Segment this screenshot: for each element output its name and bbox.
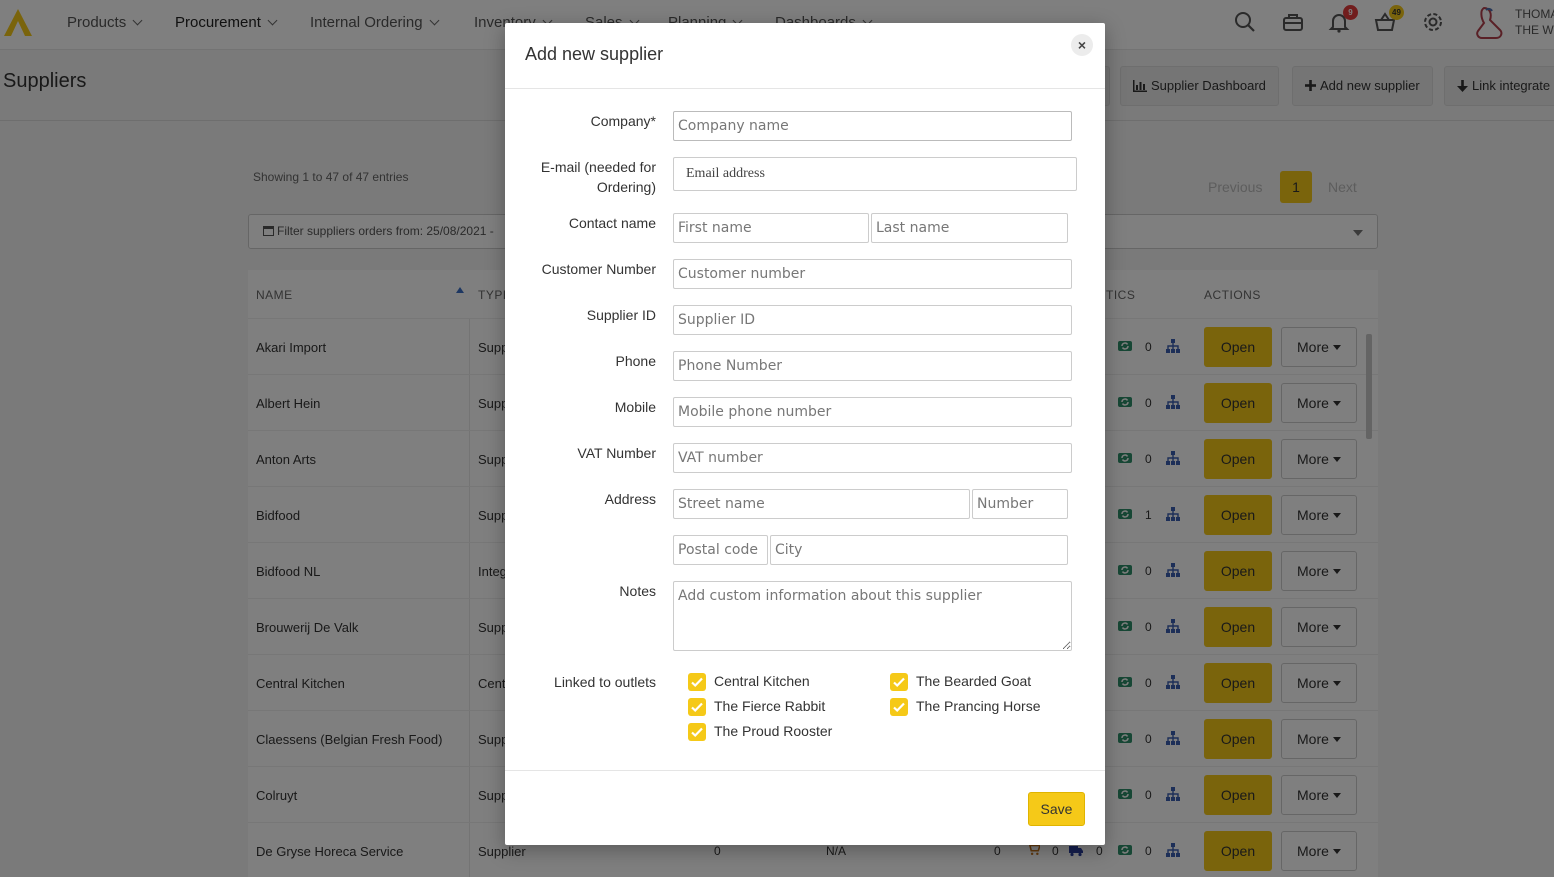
phone-input[interactable] bbox=[673, 351, 1072, 381]
city-input[interactable] bbox=[770, 535, 1068, 565]
checkbox-checked-icon[interactable] bbox=[890, 698, 908, 716]
street-number-input[interactable] bbox=[972, 489, 1068, 519]
save-button[interactable]: Save bbox=[1028, 792, 1085, 826]
email-label: E-mail (needed for Ordering) bbox=[540, 159, 656, 195]
outlet-label: The Prancing Horse bbox=[916, 698, 1041, 714]
outlet-label: The Fierce Rabbit bbox=[714, 698, 826, 714]
notes-label: Notes bbox=[619, 583, 656, 599]
outlet-label: The Proud Rooster bbox=[714, 723, 833, 739]
outlet-label: The Bearded Goat bbox=[916, 673, 1032, 689]
modal-footer: Save bbox=[505, 770, 1105, 845]
postal-code-input[interactable] bbox=[673, 535, 768, 565]
mobile-label: Mobile bbox=[614, 399, 656, 415]
phone-label: Phone bbox=[615, 353, 656, 369]
checkbox-checked-icon[interactable] bbox=[890, 673, 908, 691]
vat-number-label: VAT Number bbox=[577, 445, 656, 461]
vat-number-input[interactable] bbox=[673, 443, 1072, 473]
company-label: Company* bbox=[590, 113, 656, 129]
checkbox-checked-icon[interactable] bbox=[688, 698, 706, 716]
add-supplier-modal: Add new supplier × Company* E-mail (need… bbox=[505, 23, 1105, 845]
linked-outlets-label: Linked to outlets bbox=[554, 674, 656, 690]
close-button[interactable]: × bbox=[1071, 34, 1093, 56]
email-input[interactable] bbox=[673, 157, 1077, 191]
company-name-input[interactable] bbox=[673, 111, 1072, 141]
contact-name-label: Contact name bbox=[568, 215, 656, 231]
supplier-id-label: Supplier ID bbox=[586, 307, 656, 323]
checkbox-checked-icon[interactable] bbox=[688, 673, 706, 691]
supplier-id-input[interactable] bbox=[673, 305, 1072, 335]
first-name-input[interactable] bbox=[673, 213, 869, 243]
customer-number-input[interactable] bbox=[673, 259, 1072, 289]
notes-textarea[interactable] bbox=[673, 581, 1072, 651]
modal-header: Add new supplier × bbox=[505, 23, 1105, 89]
last-name-input[interactable] bbox=[871, 213, 1068, 243]
checkbox-checked-icon[interactable] bbox=[688, 723, 706, 741]
street-name-input[interactable] bbox=[673, 489, 970, 519]
customer-number-label: Customer Number bbox=[541, 261, 656, 277]
modal-title: Add new supplier bbox=[525, 44, 664, 64]
address-label: Address bbox=[604, 491, 656, 507]
mobile-input[interactable] bbox=[673, 397, 1072, 427]
outlet-label: Central Kitchen bbox=[714, 673, 810, 689]
